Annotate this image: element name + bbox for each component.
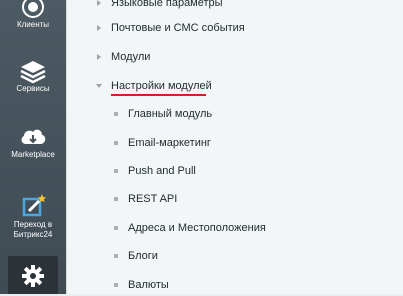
menu-item-label: Модули xyxy=(111,51,151,63)
sidebar-item-bitrix24[interactable]: Переход в Битрикс24 xyxy=(0,192,66,240)
sidebar-item-services[interactable]: Сервисы xyxy=(0,58,66,94)
bullet-icon xyxy=(114,141,118,145)
submenu-item-label: Email-маркетинг xyxy=(128,137,211,149)
menu-item-label: Языковые параметры xyxy=(111,0,223,9)
settings-menu-panel: Языковые параметры Почтовые и СМС событи… xyxy=(66,0,403,294)
menu-item-label: Настройки модулей xyxy=(111,80,212,92)
active-item-underline xyxy=(111,94,206,96)
sidebar-item-services-label: Сервисы xyxy=(16,84,50,93)
bullet-icon xyxy=(114,112,118,116)
sidebar-item-settings[interactable] xyxy=(8,256,58,294)
sidebar-item-marketplace[interactable]: Marketplace xyxy=(0,126,66,160)
clients-icon xyxy=(22,0,44,18)
bullet-icon xyxy=(114,226,118,230)
gear-icon xyxy=(22,265,44,287)
left-sidebar: Клиенты Сервисы Marketplace Переход в Би… xyxy=(0,0,66,294)
sidebar-item-marketplace-label: Marketplace xyxy=(11,150,55,159)
expand-arrow-icon xyxy=(96,84,102,88)
bullet-icon xyxy=(114,283,118,287)
bullet-icon xyxy=(114,169,118,173)
submenu-item-label: Главный модуль xyxy=(128,108,213,120)
sidebar-item-bitrix24-label-2: Битрикс24 xyxy=(13,230,53,239)
collapse-arrow-icon xyxy=(97,25,101,31)
layers-icon xyxy=(20,61,46,84)
cloud-download-icon xyxy=(21,129,46,144)
main-content: Языковые параметры Почтовые и СМС событи… xyxy=(66,0,403,294)
menu-item-label: Почтовые и СМС события xyxy=(111,22,245,34)
submenu-item-label: Блоги xyxy=(128,250,158,262)
submenu-item-label: REST API xyxy=(128,193,178,205)
collapse-arrow-icon xyxy=(97,54,101,60)
bullet-icon xyxy=(114,254,118,258)
sidebar-item-bitrix24-label-1: Переход в xyxy=(13,220,53,229)
edit-star-icon xyxy=(22,194,46,217)
bullet-icon xyxy=(114,197,118,201)
submenu-item-label: Валюты xyxy=(128,279,169,291)
submenu-item-label: Адреса и Местоположения xyxy=(128,222,266,234)
submenu-item-label: Push and Pull xyxy=(128,165,196,177)
sidebar-item-clients-label: Клиенты xyxy=(16,20,50,29)
sidebar-item-clients[interactable]: Клиенты xyxy=(0,0,66,30)
collapse-arrow-icon xyxy=(97,0,101,6)
